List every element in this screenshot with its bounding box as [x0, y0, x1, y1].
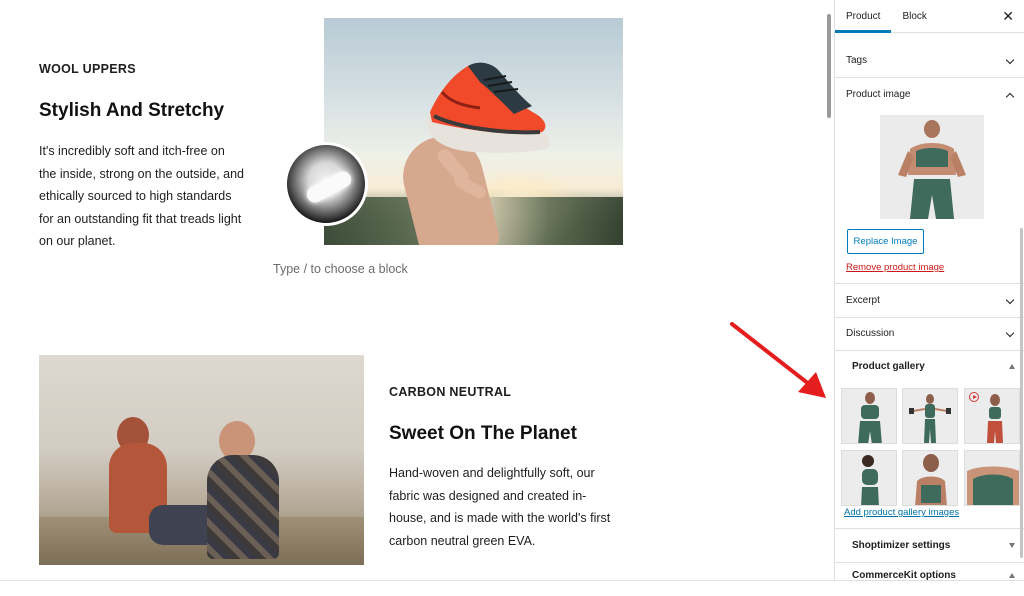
product-gallery-toggle[interactable]: Product gallery — [835, 350, 1024, 383]
discussion-toggle[interactable]: Discussion — [835, 317, 1024, 350]
add-gallery-images-link[interactable]: Add product gallery images — [844, 507, 959, 518]
couple-image[interactable] — [39, 355, 364, 565]
tab-block[interactable]: Block — [891, 0, 937, 33]
product-gallery-label: Product gallery — [852, 361, 925, 372]
paragraph-line: ethically sourced to high standards — [39, 189, 232, 204]
excerpt-panel: Excerpt — [835, 284, 1024, 318]
model-figure — [842, 451, 896, 505]
wool-uppers-eyebrow[interactable]: WOOL UPPERS — [39, 62, 136, 76]
sweet-heading[interactable]: Sweet On The Planet — [389, 423, 577, 445]
paragraph-line: fabric was designed and created in- — [389, 488, 587, 503]
triangle-up-icon — [1009, 573, 1015, 578]
gallery-thumbnail[interactable] — [841, 388, 897, 444]
tags-toggle[interactable]: Tags — [835, 44, 1024, 77]
carbon-paragraph[interactable]: Hand-woven and delightfully soft, our fa… — [389, 462, 610, 552]
paragraph-line: on our planet. — [39, 234, 116, 249]
model-figure — [880, 115, 984, 219]
replace-image-button[interactable]: Replace Image — [847, 229, 924, 254]
sidebar-scrollbar[interactable] — [1020, 228, 1023, 558]
block-placeholder[interactable]: Type / to choose a block — [273, 262, 408, 276]
commercekit-panel: CommerceKit options — [835, 562, 1024, 580]
tags-panel: Tags — [835, 44, 1024, 78]
settings-sidebar: Product Block ✕ Tags Product image Repla… — [834, 0, 1024, 580]
shoptimizer-label: Shoptimizer settings — [852, 540, 951, 551]
chevron-down-icon — [1005, 55, 1015, 65]
sidebar-tabs: Product Block ✕ — [835, 0, 1024, 33]
wool-paragraph[interactable]: It's incredibly soft and itch-free on th… — [39, 140, 244, 253]
paragraph-line: for an outstanding fit that treads light — [39, 211, 242, 226]
paragraph-line: carbon neutral green EVA. — [389, 533, 536, 548]
sneaker-illustration — [427, 62, 550, 153]
paragraph-line: the inside, strong on the outside, and — [39, 166, 245, 181]
tab-product[interactable]: Product — [835, 0, 891, 33]
gallery-thumbnail[interactable] — [841, 450, 897, 506]
shoe-image[interactable] — [324, 18, 623, 245]
paragraph-line: It's incredibly soft and itch-free on — [39, 144, 225, 158]
triangle-down-icon — [1009, 543, 1015, 548]
excerpt-toggle[interactable]: Excerpt — [835, 284, 1024, 317]
chevron-up-icon — [1005, 92, 1015, 102]
commercekit-label: CommerceKit options — [852, 569, 956, 581]
editor-screen: WOOL UPPERS Stylish And Stretchy It's in… — [0, 0, 1024, 596]
editor-footer — [0, 580, 1024, 596]
model-figure — [903, 451, 957, 505]
stylish-heading[interactable]: Stylish And Stretchy — [39, 100, 224, 122]
paragraph-line: house, and is made with the world's firs… — [389, 511, 611, 526]
chevron-down-icon — [1005, 295, 1015, 305]
product-image-label: Product image — [846, 89, 911, 100]
discussion-label: Discussion — [846, 328, 895, 339]
paragraph-line: Hand-woven and delightfully soft, our — [389, 466, 595, 480]
wool-fiber — [304, 168, 354, 206]
close-icon[interactable]: ✕ — [1002, 9, 1014, 23]
play-video-icon — [969, 392, 979, 402]
discussion-panel: Discussion — [835, 317, 1024, 351]
gallery-video-thumbnail[interactable] — [964, 388, 1020, 444]
shoptimizer-panel: Shoptimizer settings — [835, 529, 1024, 563]
tags-label: Tags — [846, 55, 868, 66]
editor-canvas[interactable]: WOOL UPPERS Stylish And Stretchy It's in… — [0, 0, 826, 580]
commercekit-toggle[interactable]: CommerceKit options — [835, 562, 1024, 580]
carbon-neutral-eyebrow[interactable]: CARBON NEUTRAL — [389, 385, 511, 399]
triangle-up-icon — [1009, 364, 1015, 369]
product-image-thumbnail[interactable] — [880, 115, 984, 219]
excerpt-label: Excerpt — [846, 295, 880, 306]
model-figure — [842, 389, 896, 443]
product-image-toggle[interactable]: Product image — [835, 78, 1024, 111]
chevron-down-icon — [1005, 328, 1015, 338]
model-figure — [965, 451, 1019, 505]
canvas-scrollbar[interactable] — [827, 14, 831, 118]
gallery-thumbnail[interactable] — [964, 450, 1020, 506]
wool-fiber-image[interactable] — [284, 142, 368, 226]
model-figure — [903, 389, 957, 443]
remove-product-image-link[interactable]: Remove product image — [846, 262, 944, 273]
shoptimizer-toggle[interactable]: Shoptimizer settings — [835, 529, 1024, 562]
annotation-arrow-icon — [730, 322, 826, 398]
man-figure — [207, 455, 279, 559]
gallery-thumbnail[interactable] — [902, 450, 958, 506]
gallery-thumbnail[interactable] — [902, 388, 958, 444]
